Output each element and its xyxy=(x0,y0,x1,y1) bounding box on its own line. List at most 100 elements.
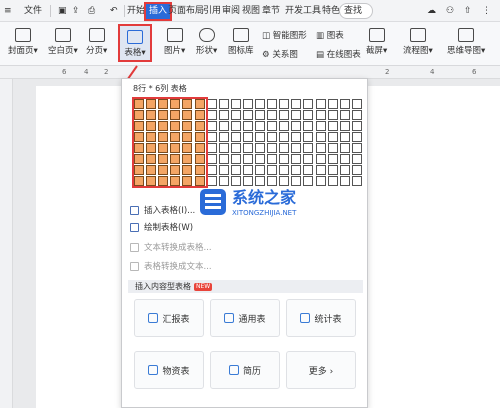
table-grid-cell[interactable] xyxy=(279,110,290,120)
table-grid-cell[interactable] xyxy=(279,143,290,153)
table-grid-cell[interactable] xyxy=(230,121,241,131)
table-grid-cell[interactable] xyxy=(351,110,362,120)
table-grid-cell[interactable] xyxy=(339,154,350,164)
table-grid-cell[interactable] xyxy=(351,154,362,164)
table-grid-cell[interactable] xyxy=(267,154,278,164)
table-grid-cell[interactable] xyxy=(327,110,338,120)
table-grid-cell[interactable] xyxy=(279,132,290,142)
table-grid-cell[interactable] xyxy=(218,165,229,175)
cover-page-button[interactable]: 封面页▾ xyxy=(8,28,38,56)
table-grid[interactable] xyxy=(128,93,363,195)
table-grid-cell[interactable] xyxy=(230,110,241,120)
table-grid-cell[interactable] xyxy=(291,143,302,153)
table-grid-cell[interactable] xyxy=(267,143,278,153)
search-label[interactable]: 查找 xyxy=(344,4,362,19)
table-grid-cell[interactable] xyxy=(218,154,229,164)
table-grid-cell[interactable] xyxy=(218,121,229,131)
table-grid-cell[interactable] xyxy=(218,99,229,109)
table-grid-cell[interactable] xyxy=(351,165,362,175)
tab-references[interactable]: 引用 xyxy=(203,4,221,19)
table-grid-cell[interactable] xyxy=(327,132,338,142)
table-grid-cell[interactable] xyxy=(218,132,229,142)
table-grid-cell[interactable] xyxy=(242,99,253,109)
table-grid-cell[interactable] xyxy=(206,154,217,164)
table-button[interactable]: 表格▾ xyxy=(118,24,152,62)
table-grid-cell[interactable] xyxy=(267,121,278,131)
table-grid-cell[interactable] xyxy=(279,121,290,131)
table-grid-cell[interactable] xyxy=(351,132,362,142)
table-grid-cell[interactable] xyxy=(327,154,338,164)
table-grid-cell[interactable] xyxy=(339,132,350,142)
template-card-statistics[interactable]: 统计表 xyxy=(286,299,356,337)
table-grid-cell[interactable] xyxy=(291,121,302,131)
table-grid-cell[interactable] xyxy=(291,165,302,175)
table-grid-cell[interactable] xyxy=(242,121,253,131)
mindmap-button[interactable]: 思维导图▾ xyxy=(447,28,485,56)
undo-icon[interactable]: ↶ xyxy=(110,4,118,19)
table-grid-cell[interactable] xyxy=(351,99,362,109)
table-grid-cell[interactable] xyxy=(303,121,314,131)
save-icon[interactable]: ▣ xyxy=(58,4,67,19)
template-card-materials[interactable]: 物资表 xyxy=(134,351,204,389)
export-icon[interactable]: ⇪ xyxy=(72,4,80,19)
table-grid-cell[interactable] xyxy=(230,165,241,175)
table-grid-cell[interactable] xyxy=(267,110,278,120)
table-grid-cell[interactable] xyxy=(242,143,253,153)
table-grid-cell[interactable] xyxy=(315,165,326,175)
table-grid-cell[interactable] xyxy=(315,154,326,164)
table-grid-cell[interactable] xyxy=(291,99,302,109)
page-break-button[interactable]: 分页▾ xyxy=(86,28,107,56)
table-grid-cell[interactable] xyxy=(206,132,217,142)
table-grid-cell[interactable] xyxy=(303,143,314,153)
tab-insert[interactable]: 插入 xyxy=(143,2,173,21)
tab-layout[interactable]: 页面布局 xyxy=(168,4,204,19)
table-grid-cell[interactable] xyxy=(218,143,229,153)
table-grid-cell[interactable] xyxy=(242,110,253,120)
table-grid-cell[interactable] xyxy=(339,110,350,120)
picture-button[interactable]: 图片▾ xyxy=(164,28,185,56)
table-grid-cell[interactable] xyxy=(315,99,326,109)
draw-table-item[interactable]: 绘制表格(W) xyxy=(130,222,193,235)
table-grid-cell[interactable] xyxy=(206,165,217,175)
relation-chart-button[interactable]: ⚙ 关系图 xyxy=(262,48,298,60)
table-grid-cell[interactable] xyxy=(315,110,326,120)
table-grid-cell[interactable] xyxy=(339,165,350,175)
table-grid-cell[interactable] xyxy=(339,99,350,109)
table-grid-cell[interactable] xyxy=(242,154,253,164)
menu-icon[interactable]: ≡ xyxy=(4,4,12,19)
flowchart-button[interactable]: 流程图▾ xyxy=(403,28,433,56)
table-grid-cell[interactable] xyxy=(230,99,241,109)
chart-button[interactable]: ▥ 图表 xyxy=(316,29,344,41)
table-grid-cell[interactable] xyxy=(279,154,290,164)
table-grid-cell[interactable] xyxy=(315,121,326,131)
table-grid-cell[interactable] xyxy=(327,121,338,131)
table-grid-cell[interactable] xyxy=(255,165,265,175)
shape-button[interactable]: 形状▾ xyxy=(196,28,217,56)
table-grid-cell[interactable] xyxy=(303,154,314,164)
online-chart-button[interactable]: ▤ 在线图表 xyxy=(316,48,361,60)
tab-developer[interactable]: 开发工具 xyxy=(285,4,321,19)
table-grid-cell[interactable] xyxy=(279,165,290,175)
tab-view[interactable]: 视图 xyxy=(242,4,260,19)
table-grid-cell[interactable] xyxy=(255,99,265,109)
tab-chapter[interactable]: 章节 xyxy=(262,4,280,19)
template-card-general[interactable]: 通用表 xyxy=(210,299,280,337)
screenshot-button[interactable]: 截屏▾ xyxy=(366,28,387,56)
table-grid-cell[interactable] xyxy=(303,110,314,120)
table-grid-cell[interactable] xyxy=(351,121,362,131)
table-grid-cell[interactable] xyxy=(339,143,350,153)
table-grid-cell[interactable] xyxy=(230,132,241,142)
table-grid-cell[interactable] xyxy=(339,121,350,131)
table-grid-cell[interactable] xyxy=(255,143,265,153)
tab-home[interactable]: 开始 xyxy=(127,4,145,19)
table-grid-cell[interactable] xyxy=(267,165,278,175)
table-grid-cell[interactable] xyxy=(206,99,217,109)
table-grid-cell[interactable] xyxy=(315,143,326,153)
table-grid-cell[interactable] xyxy=(303,132,314,142)
table-grid-cell[interactable] xyxy=(303,165,314,175)
table-grid-cell[interactable] xyxy=(206,110,217,120)
collab-icon[interactable]: ⚇ xyxy=(446,4,454,19)
table-grid-cell[interactable] xyxy=(303,99,314,109)
table-grid-cell[interactable] xyxy=(327,143,338,153)
print-icon[interactable]: ⎙ xyxy=(88,4,95,19)
